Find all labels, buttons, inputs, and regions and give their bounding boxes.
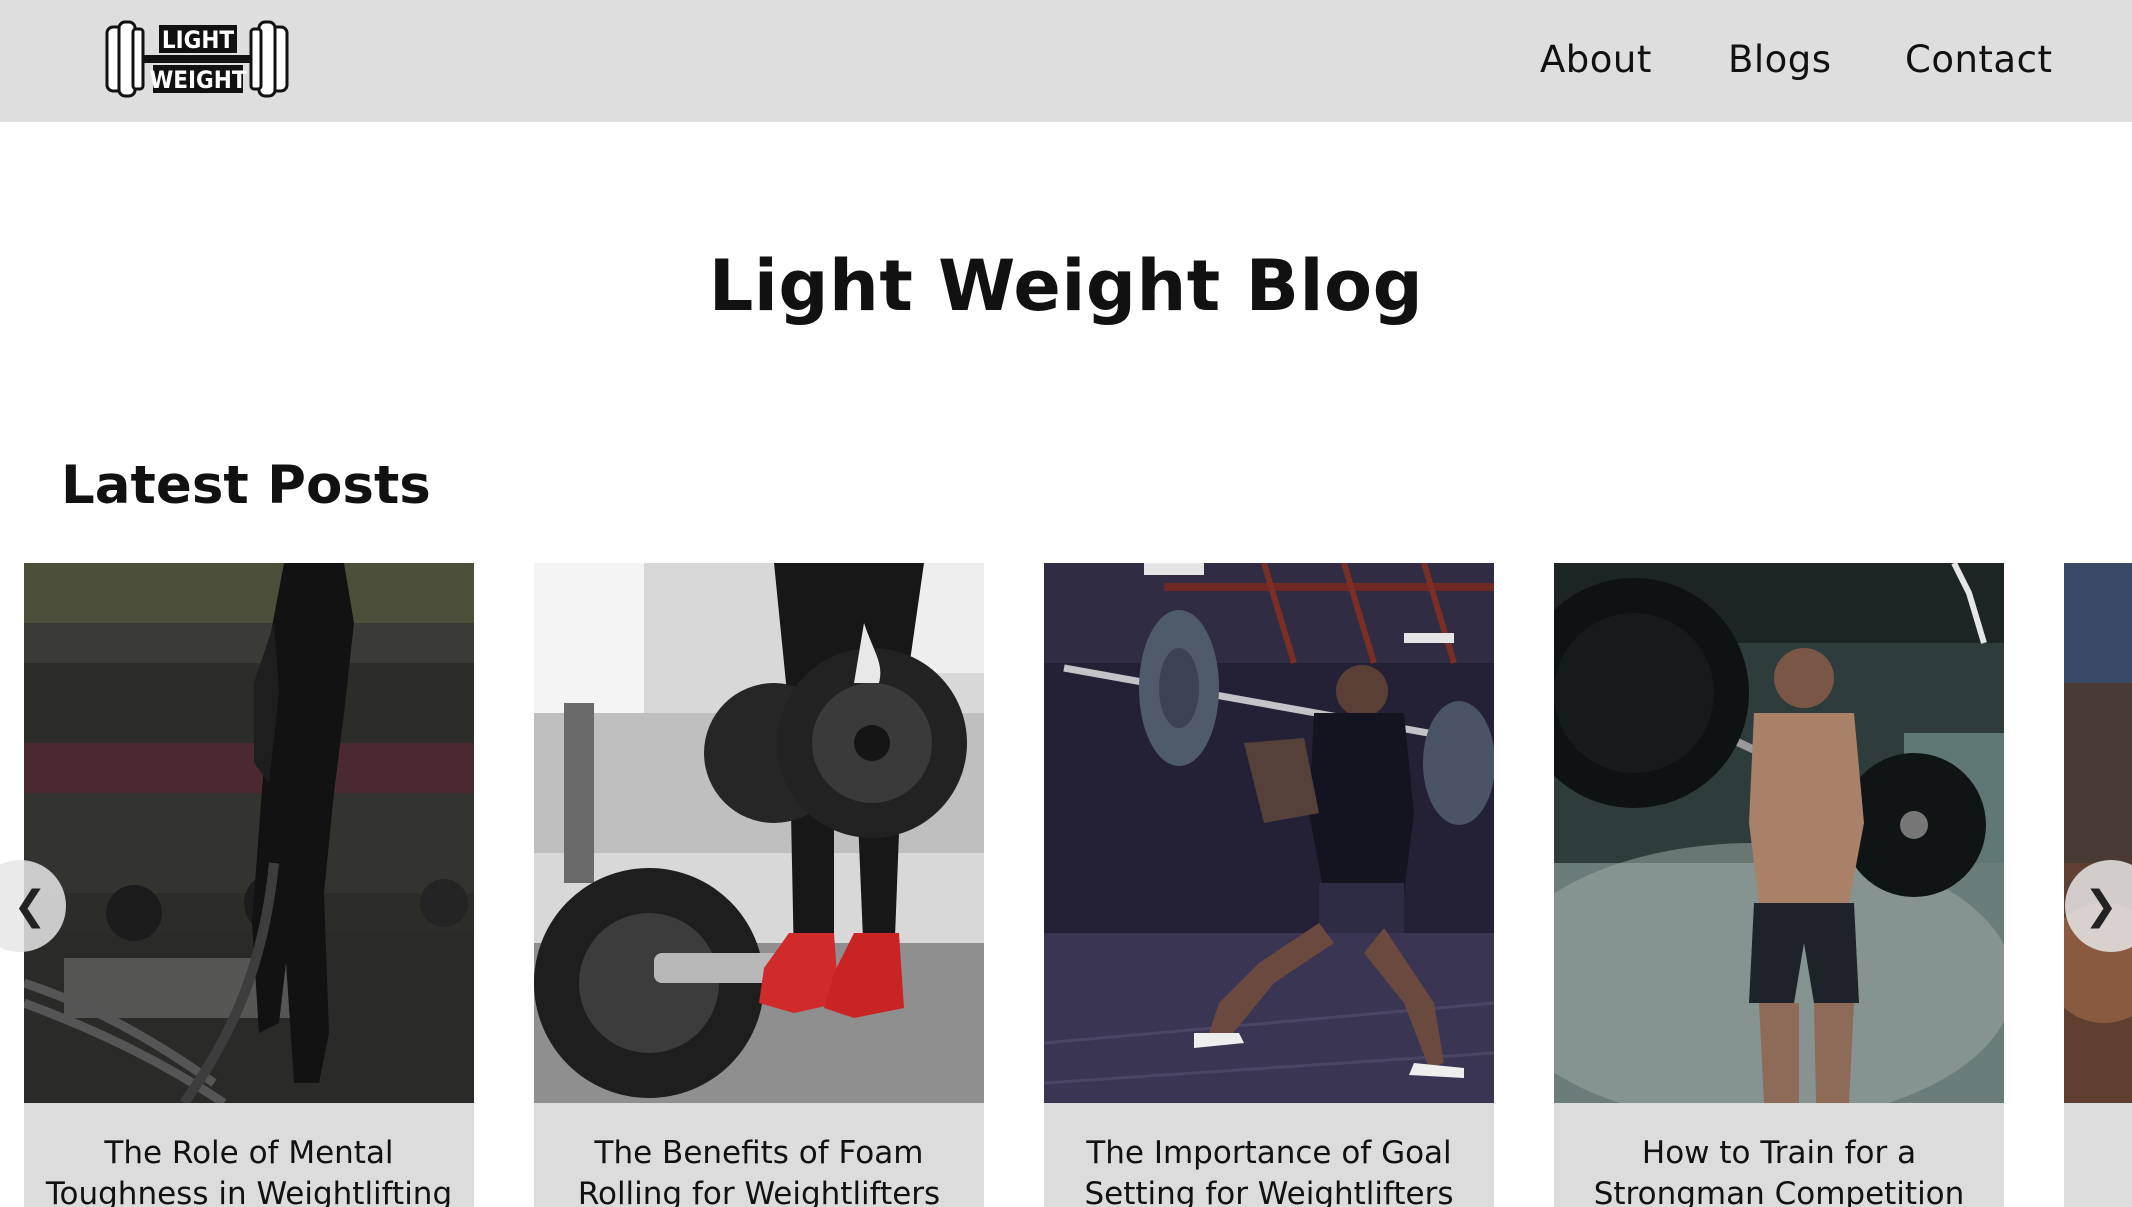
page-title: Light Weight Blog [708,245,1424,327]
post-photo-man-squat [1554,563,2004,1103]
post-image[interactable] [24,563,474,1103]
post-title[interactable]: The Role of Mental Toughness in Weightli… [44,1133,454,1207]
logo-text-top: LIGHT [162,26,235,54]
post-image[interactable] [534,563,984,1103]
post-photo-man-lunge [1044,563,1494,1103]
latest-posts-heading: Latest Posts [61,455,431,516]
post-photo-woman-ropes [24,563,474,1103]
post-photo-partial [2064,563,2132,1103]
chevron-right-icon: ❯ [2084,883,2118,929]
post-card[interactable]: The Importance of Goal Setting for Weigh… [1044,563,1494,1207]
post-image[interactable] [1554,563,2004,1103]
post-card[interactable]: The Benefits of Foam Rolling for Weightl… [534,563,984,1207]
post-image[interactable] [1044,563,1494,1103]
post-card[interactable]: The Role of Mental Toughness in Weightli… [24,563,474,1207]
navbar: LIGHT WEIGHT About Blogs Contact [0,0,2132,122]
post-title[interactable]: How to Train for a Strongman Competition [1574,1133,1984,1207]
posts-carousel: The Role of Mental Toughness in Weightli… [0,563,2132,1207]
post-title[interactable]: The Benefits of Foam Rolling for Weightl… [554,1133,964,1207]
post-image[interactable] [2064,563,2132,1103]
post-photo-weight-plates [534,563,984,1103]
logo-text-bottom: WEIGHT [149,66,246,94]
nav-contact[interactable]: Contact [1905,38,2052,81]
post-title[interactable]: The Importance of Goal Setting for Weigh… [1064,1133,1474,1207]
nav-about[interactable]: About [1540,38,1652,81]
nav-blogs[interactable]: Blogs [1728,38,1832,81]
chevron-left-icon: ❮ [13,883,47,929]
post-card[interactable]: How to Train for a Strongman Competition [1554,563,2004,1207]
light-weight-logo[interactable]: LIGHT WEIGHT [105,19,289,99]
